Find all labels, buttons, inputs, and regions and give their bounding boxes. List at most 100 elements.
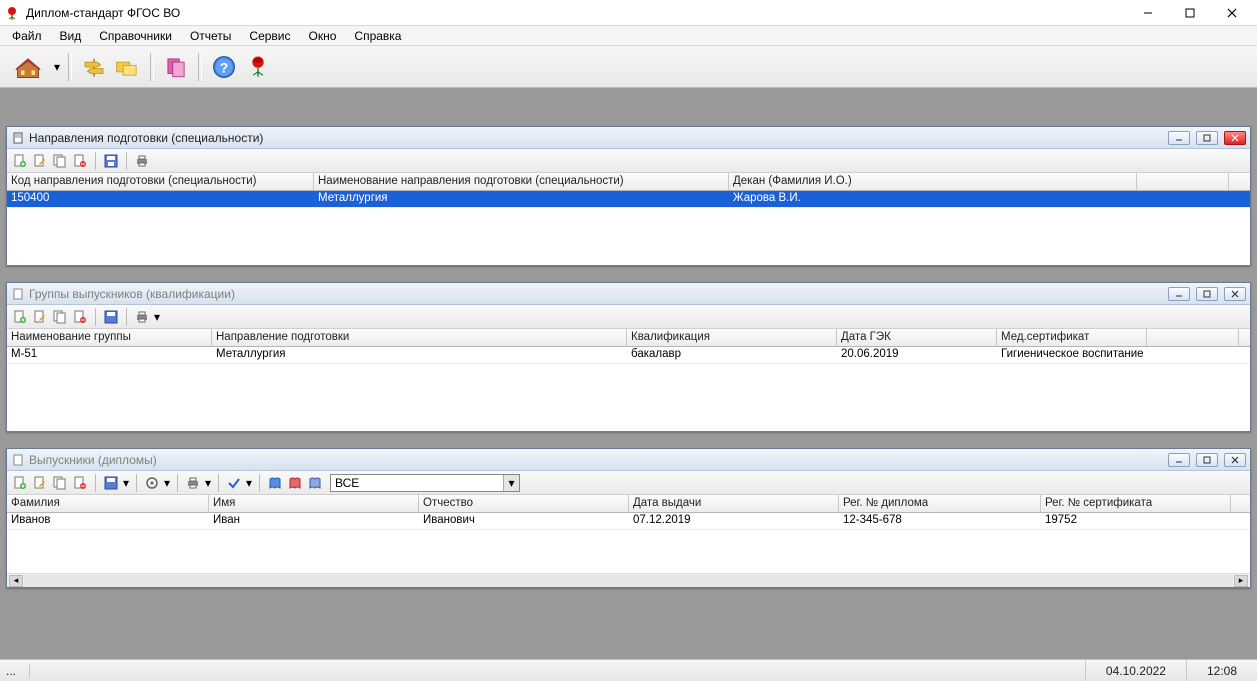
- print-icon[interactable]: [184, 474, 202, 492]
- copy-record-icon[interactable]: [51, 152, 69, 170]
- panel-groups-close[interactable]: [1224, 287, 1246, 301]
- grads-grid-header[interactable]: Фамилия Имя Отчество Дата выдачи Рег. № …: [7, 495, 1250, 513]
- chevron-down-icon[interactable]: ▾: [503, 475, 519, 491]
- panel-grads-maximize[interactable]: [1196, 453, 1218, 467]
- menu-bar: Файл Вид Справочники Отчеты Сервис Окно …: [0, 26, 1257, 46]
- panel-groups-titlebar[interactable]: Группы выпускников (квалификации): [7, 283, 1250, 305]
- col-name[interactable]: Наименование направления подготовки (спе…: [314, 173, 729, 190]
- cell-surname: Иванов: [7, 513, 209, 529]
- menu-help[interactable]: Справка: [346, 27, 409, 45]
- book-red-icon[interactable]: [286, 474, 304, 492]
- status-date: 04.10.2022: [1085, 660, 1186, 681]
- cell-dean: Жарова В.И.: [729, 191, 1137, 207]
- menu-reports[interactable]: Отчеты: [182, 27, 239, 45]
- check-dropdown-icon[interactable]: ▾: [245, 474, 253, 492]
- print-dropdown-icon[interactable]: ▾: [204, 474, 212, 492]
- table-row[interactable]: 150400 Металлургия Жарова В.И.: [7, 191, 1250, 208]
- groups-grid[interactable]: Наименование группы Направление подготов…: [7, 329, 1250, 431]
- directions-grid[interactable]: Код направления подготовки (специальност…: [7, 173, 1250, 265]
- print-dropdown-icon[interactable]: ▾: [153, 308, 161, 326]
- panel-groups: Группы выпускников (квалификации) ▾: [6, 282, 1251, 432]
- col-qualification[interactable]: Квалификация: [627, 329, 837, 346]
- col-issued[interactable]: Дата выдачи: [629, 495, 839, 512]
- panel-groups-minimize[interactable]: [1168, 287, 1190, 301]
- delete-record-icon[interactable]: [71, 308, 89, 326]
- save-icon[interactable]: [102, 152, 120, 170]
- menu-service[interactable]: Сервис: [241, 27, 298, 45]
- edit-record-icon[interactable]: [31, 308, 49, 326]
- toolbar-signpost-button[interactable]: [78, 51, 110, 83]
- panel-grads-titlebar[interactable]: Выпускники (дипломы): [7, 449, 1250, 471]
- col-patronymic[interactable]: Отчество: [419, 495, 629, 512]
- status-bar: ... 04.10.2022 12:08: [0, 659, 1257, 681]
- window-title: Диплом-стандарт ФГОС ВО: [26, 6, 180, 20]
- copy-record-icon[interactable]: [51, 308, 69, 326]
- panel-groups-maximize[interactable]: [1196, 287, 1218, 301]
- col-medcert[interactable]: Мед.сертификат: [997, 329, 1147, 346]
- copy-record-icon[interactable]: [51, 474, 69, 492]
- toolbar-rose-button[interactable]: [242, 51, 274, 83]
- cell-name: Металлургия: [314, 191, 729, 207]
- directions-grid-header[interactable]: Код направления подготовки (специальност…: [7, 173, 1250, 191]
- col-diploma[interactable]: Рег. № диплома: [839, 495, 1041, 512]
- save-icon[interactable]: [102, 474, 120, 492]
- col-code[interactable]: Код направления подготовки (специальност…: [7, 173, 314, 190]
- col-group[interactable]: Наименование группы: [7, 329, 212, 346]
- col-cert[interactable]: Рег. № сертификата: [1041, 495, 1231, 512]
- window-close-button[interactable]: [1211, 0, 1253, 26]
- check-icon[interactable]: [225, 474, 243, 492]
- menu-file[interactable]: Файл: [4, 27, 50, 45]
- panel-grads-title: Выпускники (дипломы): [29, 453, 157, 467]
- grads-hscroll[interactable]: ◂ ▸: [7, 573, 1250, 587]
- table-row[interactable]: М-51 Металлургия бакалавр 20.06.2019 Гиг…: [7, 347, 1250, 364]
- menu-window[interactable]: Окно: [301, 27, 345, 45]
- toolbar-building-dropdown[interactable]: ▾: [52, 60, 62, 74]
- col-dean[interactable]: Декан (Фамилия И.О.): [729, 173, 1137, 190]
- print-icon[interactable]: [133, 308, 151, 326]
- new-record-icon[interactable]: [11, 152, 29, 170]
- new-record-icon[interactable]: [11, 474, 29, 492]
- table-row[interactable]: Иванов Иван Иванович 07.12.2019 12-345-6…: [7, 513, 1250, 530]
- print-icon[interactable]: [133, 152, 151, 170]
- panel-directions-titlebar[interactable]: Направления подготовки (специальности): [7, 127, 1250, 149]
- panel-groups-title: Группы выпускников (квалификации): [29, 287, 235, 301]
- book-icon[interactable]: [306, 474, 324, 492]
- toolbar-help-button[interactable]: ?: [208, 51, 240, 83]
- panel-grads-minimize[interactable]: [1168, 453, 1190, 467]
- panel-directions-minimize[interactable]: [1168, 131, 1190, 145]
- edit-record-icon[interactable]: [31, 474, 49, 492]
- window-maximize-button[interactable]: [1169, 0, 1211, 26]
- menu-reference[interactable]: Справочники: [91, 27, 180, 45]
- panel-directions-toolbar: [7, 149, 1250, 173]
- panel-directions-close[interactable]: [1224, 131, 1246, 145]
- menu-view[interactable]: Вид: [52, 27, 90, 45]
- save-dropdown-icon[interactable]: ▾: [122, 474, 130, 492]
- panel-directions-maximize[interactable]: [1196, 131, 1218, 145]
- col-date[interactable]: Дата ГЭК: [837, 329, 997, 346]
- col-surname[interactable]: Фамилия: [7, 495, 209, 512]
- settings-icon[interactable]: [143, 474, 161, 492]
- delete-record-icon[interactable]: [71, 474, 89, 492]
- toolbar-building-button[interactable]: [6, 51, 50, 83]
- toolbar-stack-button[interactable]: [160, 51, 192, 83]
- settings-dropdown-icon[interactable]: ▾: [163, 474, 171, 492]
- col-direction[interactable]: Направление подготовки: [212, 329, 627, 346]
- groups-grid-header[interactable]: Наименование группы Направление подготов…: [7, 329, 1250, 347]
- grads-grid[interactable]: Фамилия Имя Отчество Дата выдачи Рег. № …: [7, 495, 1250, 587]
- toolbar-folders-button[interactable]: [112, 51, 144, 83]
- save-icon[interactable]: [102, 308, 120, 326]
- filter-combo-value: ВСЕ: [335, 476, 359, 490]
- col-name[interactable]: Имя: [209, 495, 419, 512]
- scroll-left-icon[interactable]: ◂: [9, 575, 23, 587]
- scroll-right-icon[interactable]: ▸: [1234, 575, 1248, 587]
- scroll-track[interactable]: [24, 575, 1233, 587]
- svg-text:?: ?: [220, 59, 229, 75]
- filter-combo[interactable]: ВСЕ ▾: [330, 474, 520, 492]
- cell-diploma: 12-345-678: [839, 513, 1041, 529]
- new-record-icon[interactable]: [11, 308, 29, 326]
- delete-record-icon[interactable]: [71, 152, 89, 170]
- panel-grads-close[interactable]: [1224, 453, 1246, 467]
- window-minimize-button[interactable]: [1127, 0, 1169, 26]
- book-blue-icon[interactable]: [266, 474, 284, 492]
- edit-record-icon[interactable]: [31, 152, 49, 170]
